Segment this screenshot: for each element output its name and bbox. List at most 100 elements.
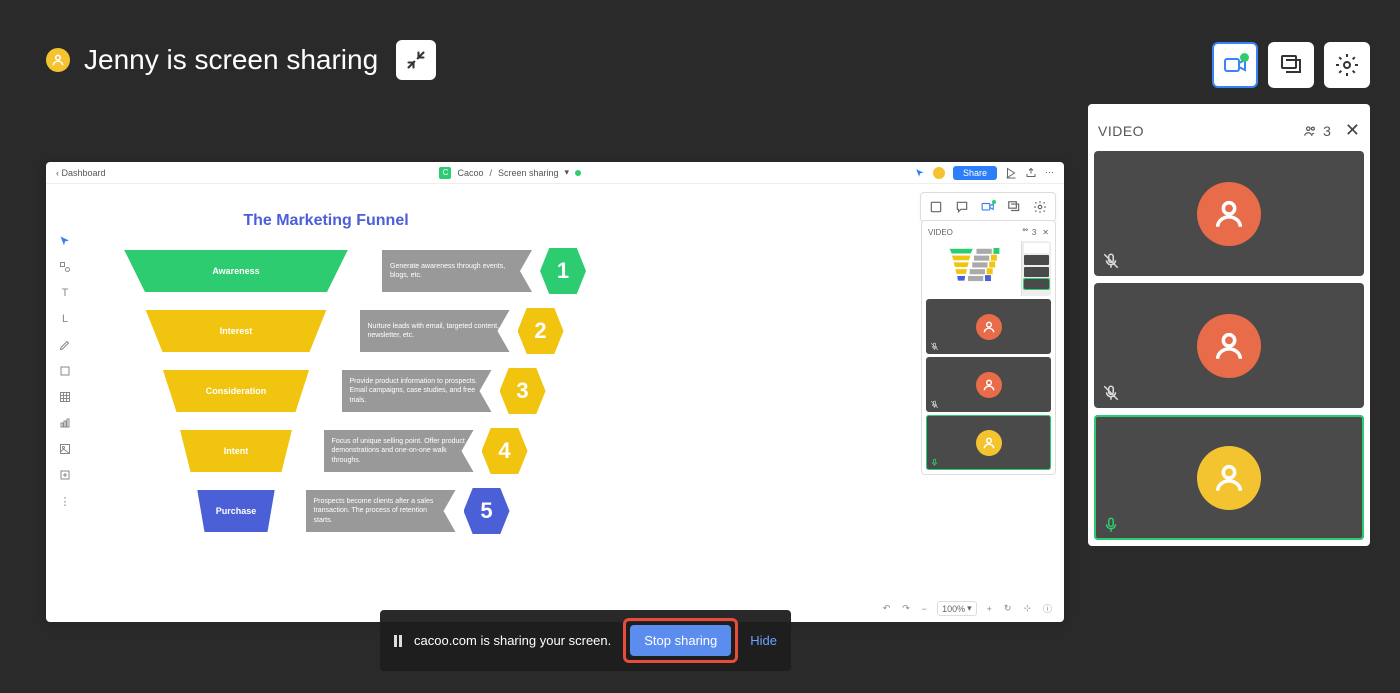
close-video-panel[interactable]: ✕ (1345, 120, 1360, 141)
video-tiles (1094, 151, 1364, 540)
present-button[interactable] (1268, 42, 1314, 88)
stop-sharing-highlight: Stop sharing (623, 618, 738, 663)
user-avatar (976, 430, 1002, 456)
mic-icon (1102, 384, 1120, 402)
history-icon[interactable]: ↻ (1002, 603, 1014, 614)
inner-video-title: VIDEO (928, 228, 953, 237)
inner-video-panel: VIDEO 3 ✕ (921, 220, 1056, 475)
status-dot (575, 170, 581, 176)
stop-sharing-button[interactable]: Stop sharing (630, 625, 731, 656)
more-icon[interactable]: ⋯ (1045, 167, 1054, 178)
select-tool[interactable] (54, 230, 76, 252)
hide-link[interactable]: Hide (750, 633, 777, 648)
stage-description: Prospects become clients after a sales t… (306, 490, 456, 532)
user-avatar (1197, 446, 1261, 510)
user-avatar-small[interactable] (933, 167, 945, 179)
zoom-out-icon[interactable]: − (920, 604, 929, 614)
present-icon[interactable] (1003, 197, 1025, 217)
play-icon[interactable] (1005, 167, 1017, 179)
stage-number: 2 (518, 308, 564, 354)
sharing-status: cacoo.com is sharing your screen. (414, 633, 611, 648)
import-tool[interactable] (54, 464, 76, 486)
shared-screen-view: ‹ Dashboard C Cacoo / Screen sharing ▾ S… (46, 162, 1064, 622)
image-tool[interactable] (54, 438, 76, 460)
stage-number: 3 (500, 368, 546, 414)
stage-number: 1 (540, 248, 586, 294)
screen-share-banner: Jenny is screen sharing (46, 40, 436, 80)
video-tile[interactable] (1094, 151, 1364, 276)
fit-icon[interactable]: ⊹ (1021, 603, 1033, 614)
undo-icon[interactable]: ↶ (881, 603, 893, 614)
funnel-stage: Intent Focus of unique selling point. Of… (171, 428, 586, 474)
zoom-level[interactable]: 100% ▾ (937, 601, 977, 616)
stage-label: Purchase (191, 490, 281, 532)
mic-icon (1102, 252, 1120, 270)
export-icon[interactable] (1025, 167, 1037, 179)
zoom-in-icon[interactable]: + (985, 604, 994, 614)
inner-bottom-toolbar: ↶ ↷ − 100% ▾ + ↻ ⊹ ⓘ (881, 601, 1054, 616)
line-tool[interactable]: L (54, 308, 76, 330)
camera-icon[interactable] (977, 197, 999, 217)
video-tile[interactable] (1094, 415, 1364, 540)
redo-icon[interactable]: ↷ (900, 603, 912, 614)
sheet-icon[interactable] (925, 197, 947, 217)
comment-icon[interactable] (951, 197, 973, 217)
funnel-stage: Awareness Generate awareness through eve… (106, 248, 586, 294)
mic-icon (930, 342, 939, 351)
video-status-dot (1240, 53, 1249, 62)
pause-icon[interactable] (394, 635, 402, 647)
more-tools[interactable]: ⋮ (54, 490, 76, 512)
inner-video-tile[interactable] (926, 299, 1051, 354)
back-link[interactable]: ‹ Dashboard (56, 168, 106, 178)
inner-video-tile[interactable] (926, 357, 1051, 412)
participant-count: 3 (1301, 123, 1331, 139)
breadcrumb[interactable]: C Cacoo / Screen sharing ▾ (439, 167, 581, 179)
pointer-icon[interactable] (915, 168, 925, 178)
inner-close-icon[interactable]: ✕ (1042, 228, 1049, 237)
stage-label: Interest (131, 310, 341, 352)
user-avatar (976, 314, 1002, 340)
shape-tool[interactable] (54, 256, 76, 278)
presenter-avatar (46, 48, 70, 72)
sticky-tool[interactable] (54, 360, 76, 382)
user-avatar (976, 372, 1002, 398)
inner-secondary-toolbar (920, 192, 1056, 222)
stage-description: Provide product information to prospects… (342, 370, 492, 412)
funnel-stage: Purchase Prospects become clients after … (191, 488, 586, 534)
stage-number: 5 (464, 488, 510, 534)
inner-participant-count: 3 (1020, 227, 1037, 237)
gear-icon[interactable] (1029, 197, 1051, 217)
stage-description: Nurture leads with email, targeted conte… (360, 310, 510, 352)
video-tile[interactable] (1094, 283, 1364, 408)
video-panel-title: VIDEO (1098, 123, 1144, 139)
chart-tool[interactable] (54, 412, 76, 434)
video-toggle-button[interactable] (1212, 42, 1258, 88)
share-button[interactable]: Share (953, 166, 997, 180)
table-tool[interactable] (54, 386, 76, 408)
left-tool-palette: T L ⋮ (54, 230, 76, 512)
inner-app-topbar: ‹ Dashboard C Cacoo / Screen sharing ▾ S… (46, 162, 1064, 184)
chevron-down-icon[interactable]: ▾ (565, 167, 570, 178)
top-toolbar (1212, 42, 1370, 88)
video-panel-header: VIDEO 3 ✕ (1094, 110, 1364, 151)
pen-tool[interactable] (54, 334, 76, 356)
inner-topbar-actions: Share ⋯ (915, 166, 1054, 180)
text-tool[interactable]: T (54, 282, 76, 304)
funnel-diagram: The Marketing Funnel Awareness Generate … (106, 212, 586, 548)
chart-title: The Marketing Funnel (66, 212, 586, 230)
user-avatar (1197, 314, 1261, 378)
inner-video-tile[interactable] (926, 241, 1051, 296)
stage-number: 4 (482, 428, 528, 474)
cacoo-logo: C (439, 167, 451, 179)
stage-label: Consideration (151, 370, 321, 412)
settings-button[interactable] (1324, 42, 1370, 88)
inner-video-tile[interactable] (926, 415, 1051, 470)
stage-description: Focus of unique selling point. Offer pro… (324, 430, 474, 472)
compress-button[interactable] (396, 40, 436, 80)
mic-icon (1102, 516, 1120, 534)
stage-description: Generate awareness through events, blogs… (382, 250, 532, 292)
mic-icon (930, 458, 939, 467)
funnel-stage: Consideration Provide product informatio… (151, 368, 586, 414)
sharing-status-text: Jenny is screen sharing (84, 44, 378, 76)
help-icon[interactable]: ⓘ (1041, 602, 1054, 615)
